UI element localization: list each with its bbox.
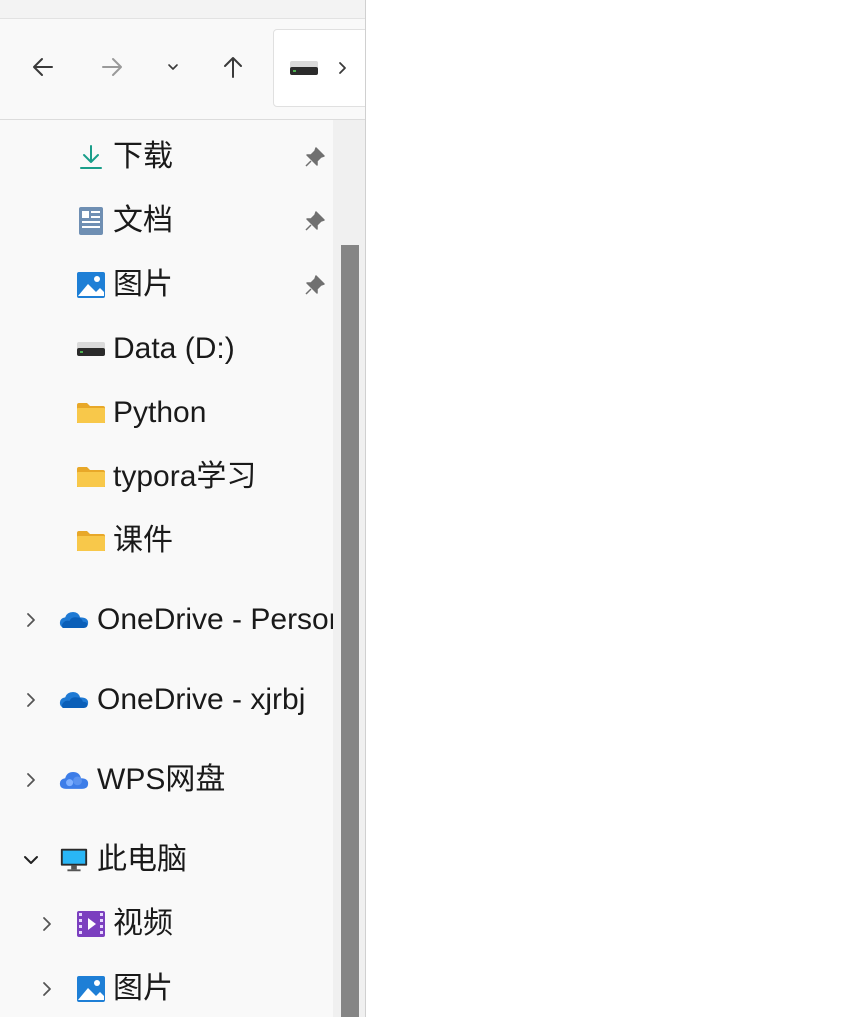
drive-icon [76, 334, 106, 364]
nav-item-label: Python [113, 396, 207, 429]
file-explorer-window: 下载 文档 图片 Data (D:) Python typora学习 课件 On… [0, 0, 366, 1017]
nav-item-label: typora学习 [113, 460, 257, 493]
nav-item-label: 课件 [113, 524, 173, 557]
onedrive-icon [59, 605, 89, 635]
up-button[interactable] [213, 47, 253, 87]
nav-item-label: 文档 [113, 204, 173, 237]
folder-icon [76, 462, 106, 492]
nav-item-onedrive-personal[interactable]: OneDrive - Personal [0, 596, 333, 644]
back-button[interactable] [23, 47, 63, 87]
nav-item-typora[interactable]: typora学习 [0, 453, 333, 501]
pictures-icon [76, 270, 106, 300]
nav-item-label: 下载 [113, 140, 173, 173]
nav-item-python[interactable]: Python [0, 389, 333, 437]
wps-cloud-icon [59, 765, 89, 795]
chevron-right-icon[interactable] [37, 979, 57, 999]
nav-item-pc-pictures[interactable]: 图片 [0, 965, 333, 1013]
navigation-pane: 下载 文档 图片 Data (D:) Python typora学习 课件 On… [0, 120, 333, 1017]
documents-icon [76, 206, 106, 236]
nav-item-label: 视频 [113, 907, 173, 940]
scrollbar-thumb[interactable] [341, 245, 359, 1017]
navigation-toolbar [0, 19, 365, 120]
nav-item-wps-cloud[interactable]: WPS网盘 [0, 756, 333, 804]
content-area [366, 0, 842, 1017]
forward-button[interactable] [92, 47, 132, 87]
chevron-down-icon [168, 64, 178, 70]
videos-icon [76, 909, 106, 939]
pin-icon [302, 208, 328, 234]
chevron-right-icon[interactable] [21, 610, 41, 630]
breadcrumb-chevron-icon[interactable] [334, 60, 350, 76]
nav-item-label: 图片 [113, 268, 173, 301]
nav-item-label: 此电脑 [97, 843, 187, 876]
nav-item-label: 图片 [113, 972, 173, 1005]
recent-locations-button[interactable] [153, 47, 193, 87]
title-bar [0, 0, 365, 19]
forward-arrow-icon [102, 58, 122, 76]
chevron-down-icon[interactable] [21, 850, 41, 870]
folder-icon [76, 398, 106, 428]
nav-item-courseware[interactable]: 课件 [0, 517, 333, 565]
address-bar[interactable] [273, 29, 365, 107]
back-arrow-icon [33, 58, 53, 76]
nav-item-pictures[interactable]: 图片 [0, 261, 333, 309]
chevron-right-icon[interactable] [37, 914, 57, 934]
nav-item-data-drive[interactable]: Data (D:) [0, 325, 333, 373]
pin-icon [302, 144, 328, 170]
nav-item-downloads[interactable]: 下载 [0, 133, 333, 181]
chevron-right-icon[interactable] [21, 690, 41, 710]
pin-icon [302, 272, 328, 298]
this-pc-icon [59, 845, 89, 875]
drive-icon [290, 61, 318, 75]
folder-icon [76, 526, 106, 556]
up-arrow-icon [224, 57, 242, 78]
onedrive-icon [59, 685, 89, 715]
download-icon [76, 142, 106, 172]
nav-item-label: Data (D:) [113, 332, 235, 365]
nav-item-documents[interactable]: 文档 [0, 197, 333, 245]
nav-item-label: OneDrive - Personal [97, 603, 333, 636]
nav-item-onedrive-xjrbj[interactable]: OneDrive - xjrbj [0, 676, 333, 724]
nav-item-videos[interactable]: 视频 [0, 900, 333, 948]
chevron-right-icon[interactable] [21, 770, 41, 790]
nav-item-this-pc[interactable]: 此电脑 [0, 836, 333, 884]
nav-item-label: OneDrive - xjrbj [97, 683, 306, 716]
nav-item-label: WPS网盘 [97, 763, 226, 796]
pictures-icon [76, 974, 106, 1004]
